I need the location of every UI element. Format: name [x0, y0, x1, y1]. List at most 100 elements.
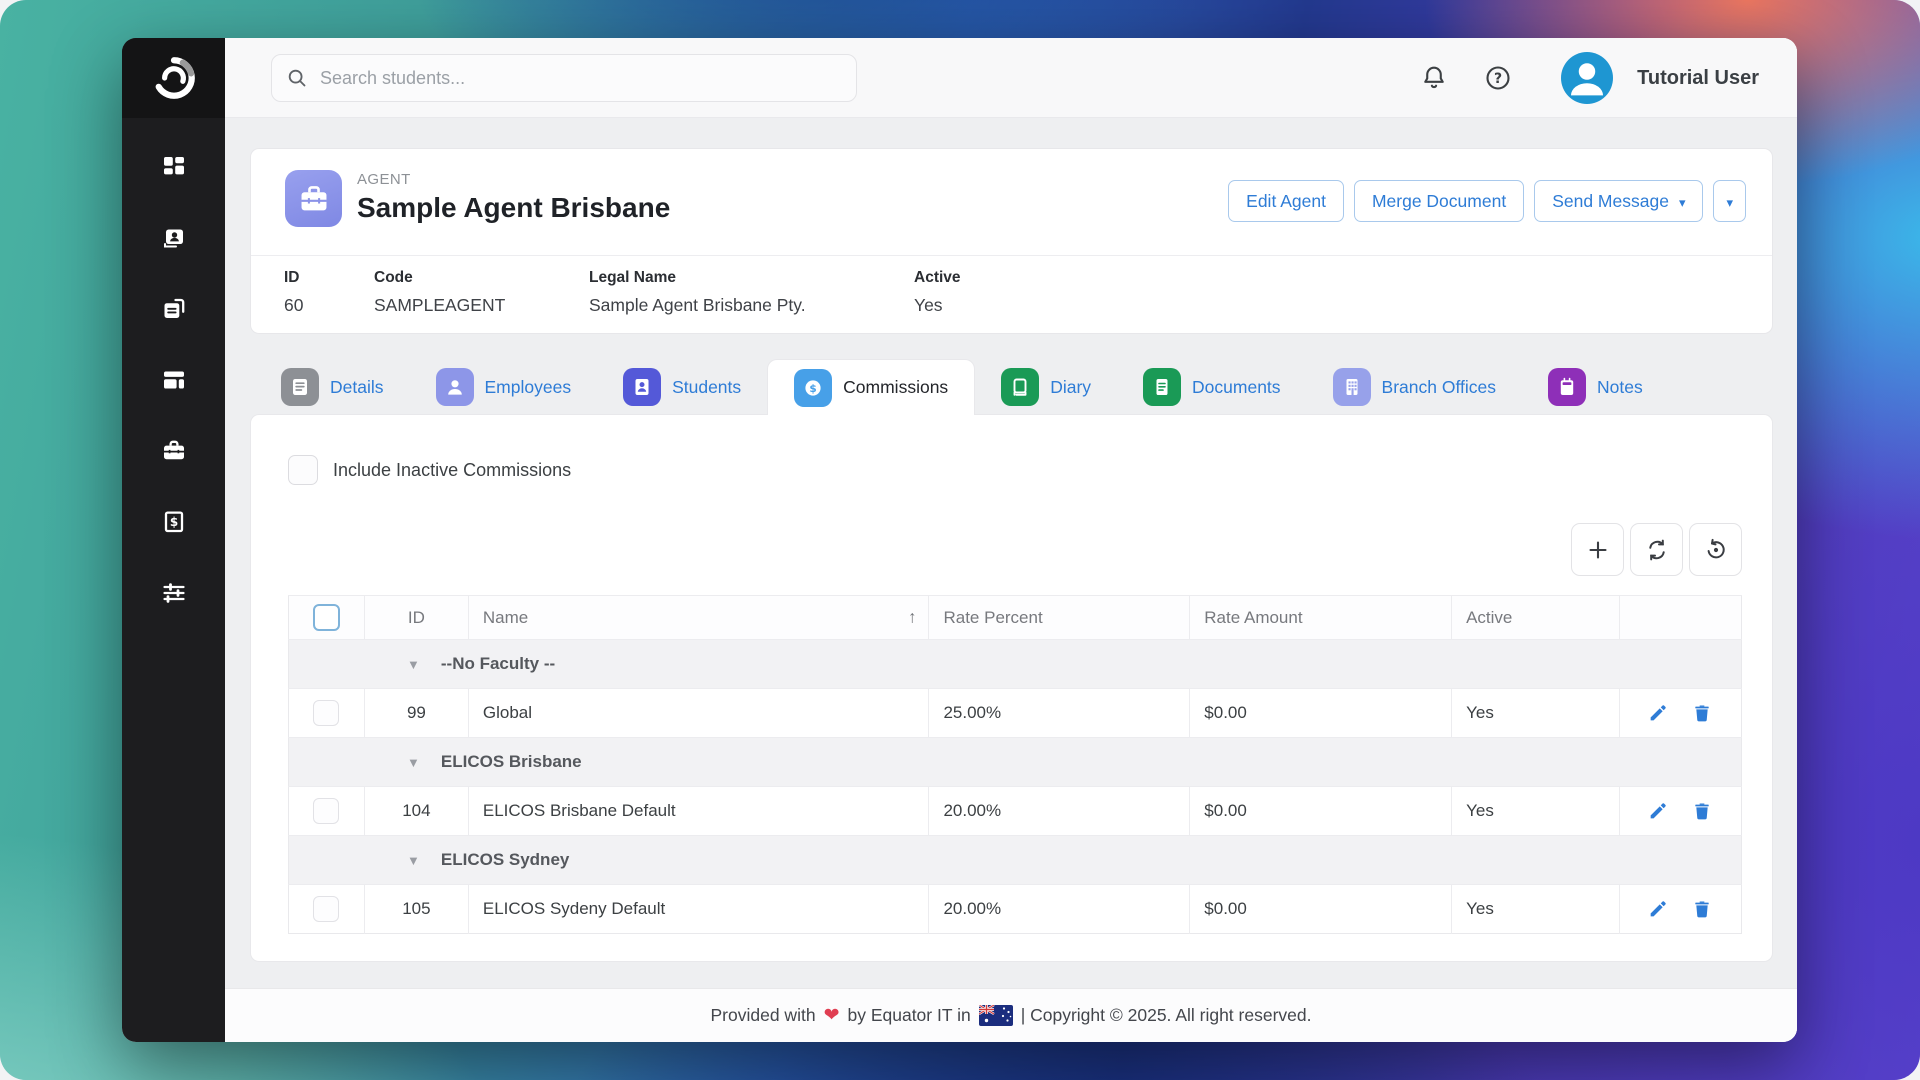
column-header-id[interactable]: ID — [364, 595, 469, 640]
cell-name: ELICOS Brisbane Default — [468, 786, 930, 836]
agent-info-id: ID 60 — [284, 269, 374, 316]
commissions-table: ID Name ↑ Rate Percent Rate Amount Activ… — [288, 595, 1742, 934]
cell-active: Yes — [1451, 884, 1620, 934]
code-value: SAMPLEAGENT — [374, 295, 506, 315]
app-logo[interactable] — [122, 38, 225, 118]
delete-row-button[interactable] — [1692, 801, 1712, 821]
help-button[interactable]: ? — [1483, 63, 1513, 93]
history-icon — [1707, 538, 1725, 558]
sidebar-item-settings[interactable] — [151, 580, 197, 606]
layout-icon — [163, 371, 184, 389]
edit-agent-button[interactable]: Edit Agent — [1228, 180, 1344, 222]
tab-employees-label: Employees — [484, 376, 572, 397]
include-inactive-filter[interactable]: Include Inactive Commissions — [288, 455, 571, 485]
tab-notes[interactable]: Notes — [1522, 359, 1669, 415]
cell-active: Yes — [1451, 688, 1620, 738]
edit-row-button[interactable] — [1648, 703, 1668, 723]
logo-swirl-icon — [155, 57, 195, 99]
collapse-group-icon[interactable]: ▼ — [407, 755, 420, 770]
sort-ascending-icon[interactable]: ↑ — [908, 607, 917, 627]
details-icon — [281, 368, 319, 406]
refresh-button[interactable] — [1630, 523, 1683, 576]
column-header-active[interactable]: Active — [1451, 595, 1620, 640]
table-row: 105 ELICOS Sydeny Default 20.00% $0.00 Y… — [288, 884, 1742, 934]
sidebar-item-documents[interactable] — [151, 296, 197, 322]
column-header-name-label: Name — [482, 607, 529, 627]
agent-briefcase-icon — [301, 185, 326, 210]
cell-rate-percent: 20.00% — [928, 786, 1191, 836]
send-message-label: Send Message — [1552, 190, 1669, 211]
notes-icon — [1548, 368, 1586, 406]
add-commission-button[interactable] — [1571, 523, 1624, 576]
collapse-group-icon[interactable]: ▼ — [407, 853, 420, 868]
group-row-elicos-sydney: ▼ ELICOS Sydney — [288, 835, 1742, 885]
tab-commissions-label: Commissions — [843, 377, 949, 397]
delete-row-button[interactable] — [1692, 703, 1712, 723]
topbar: ? Tutorial User — [225, 38, 1797, 118]
edit-agent-label: Edit Agent — [1246, 190, 1326, 211]
row-checkbox[interactable] — [313, 896, 340, 922]
topbar-right: ? Tutorial User — [1419, 38, 1759, 118]
sidebar-item-dashboard[interactable] — [151, 154, 197, 180]
user-menu[interactable]: Tutorial User — [1561, 52, 1759, 104]
collapse-group-icon[interactable]: ▼ — [407, 657, 420, 672]
tab-commissions[interactable]: $ Commissions — [767, 359, 976, 415]
agent-card-top: AGENT Sample Agent Brisbane Edit Agent M… — [251, 149, 1772, 255]
code-label: Code — [374, 269, 413, 286]
tab-details-label: Details — [330, 376, 384, 397]
sidebar-item-agents[interactable] — [151, 438, 197, 464]
include-inactive-checkbox[interactable] — [288, 455, 318, 485]
sidebar-item-contacts[interactable] — [151, 225, 197, 251]
legal-name-value: Sample Agent Brisbane Pty. — [589, 295, 806, 315]
footer-copyright: | Copyright © 2025. All right reserved. — [1020, 1005, 1312, 1025]
agent-type-label: AGENT — [357, 171, 411, 188]
send-message-button[interactable]: Send Message ▾ — [1534, 180, 1704, 222]
cell-active: Yes — [1451, 786, 1620, 836]
edit-row-button[interactable] — [1648, 899, 1668, 919]
tab-branch-offices-label: Branch Offices — [1381, 376, 1496, 397]
table-row: 104 ELICOS Brisbane Default 20.00% $0.00… — [288, 786, 1742, 836]
contacts-icon — [163, 229, 183, 248]
cell-name: ELICOS Sydeny Default — [468, 884, 930, 934]
search-input[interactable] — [271, 54, 857, 102]
tab-documents[interactable]: Documents — [1117, 359, 1307, 415]
column-header-rate-percent[interactable]: Rate Percent — [928, 595, 1191, 640]
briefcase-icon — [163, 440, 184, 460]
edit-row-button[interactable] — [1648, 801, 1668, 821]
merge-document-label: Merge Document — [1371, 190, 1507, 211]
bell-icon — [1424, 66, 1444, 89]
column-header-rate-amount[interactable]: Rate Amount — [1189, 595, 1453, 640]
tab-branch-offices[interactable]: Branch Offices — [1307, 359, 1522, 415]
footer-text: Provided with — [710, 1005, 816, 1025]
tab-students[interactable]: Students — [597, 359, 767, 415]
tab-employees[interactable]: Employees — [410, 359, 598, 415]
group-name: ELICOS Sydney — [440, 850, 570, 869]
notifications-button[interactable] — [1419, 63, 1449, 93]
invoice-icon: $ — [164, 511, 183, 533]
tab-details[interactable]: Details — [255, 359, 410, 415]
history-button[interactable] — [1689, 523, 1742, 576]
row-checkbox[interactable] — [313, 798, 340, 824]
row-checkbox[interactable] — [313, 700, 340, 726]
agent-info-legal-name: Legal Name Sample Agent Brisbane Pty. — [589, 269, 914, 316]
more-actions-button[interactable]: ▾ — [1713, 180, 1746, 222]
active-label: Active — [914, 269, 961, 286]
select-all-checkbox[interactable] — [312, 604, 340, 631]
include-inactive-label: Include Inactive Commissions — [333, 459, 572, 480]
tab-diary[interactable]: Diary — [975, 359, 1117, 415]
plus-icon — [1588, 540, 1607, 559]
help-icon: ? — [1486, 66, 1510, 90]
trash-icon — [1695, 803, 1710, 820]
sidebar: $ — [122, 38, 225, 1042]
column-header-name[interactable]: Name ↑ — [468, 595, 930, 640]
sidebar-item-layout[interactable] — [151, 367, 197, 393]
diary-icon — [1001, 368, 1040, 406]
employees-icon — [435, 368, 474, 406]
grid-toolbar — [1571, 523, 1742, 576]
agent-card: AGENT Sample Agent Brisbane Edit Agent M… — [250, 148, 1773, 334]
delete-row-button[interactable] — [1692, 899, 1712, 919]
divider — [251, 255, 1772, 256]
sidebar-item-invoices[interactable]: $ — [151, 509, 197, 535]
merge-document-button[interactable]: Merge Document — [1353, 180, 1525, 222]
heart-icon: ❤ — [823, 1005, 840, 1026]
